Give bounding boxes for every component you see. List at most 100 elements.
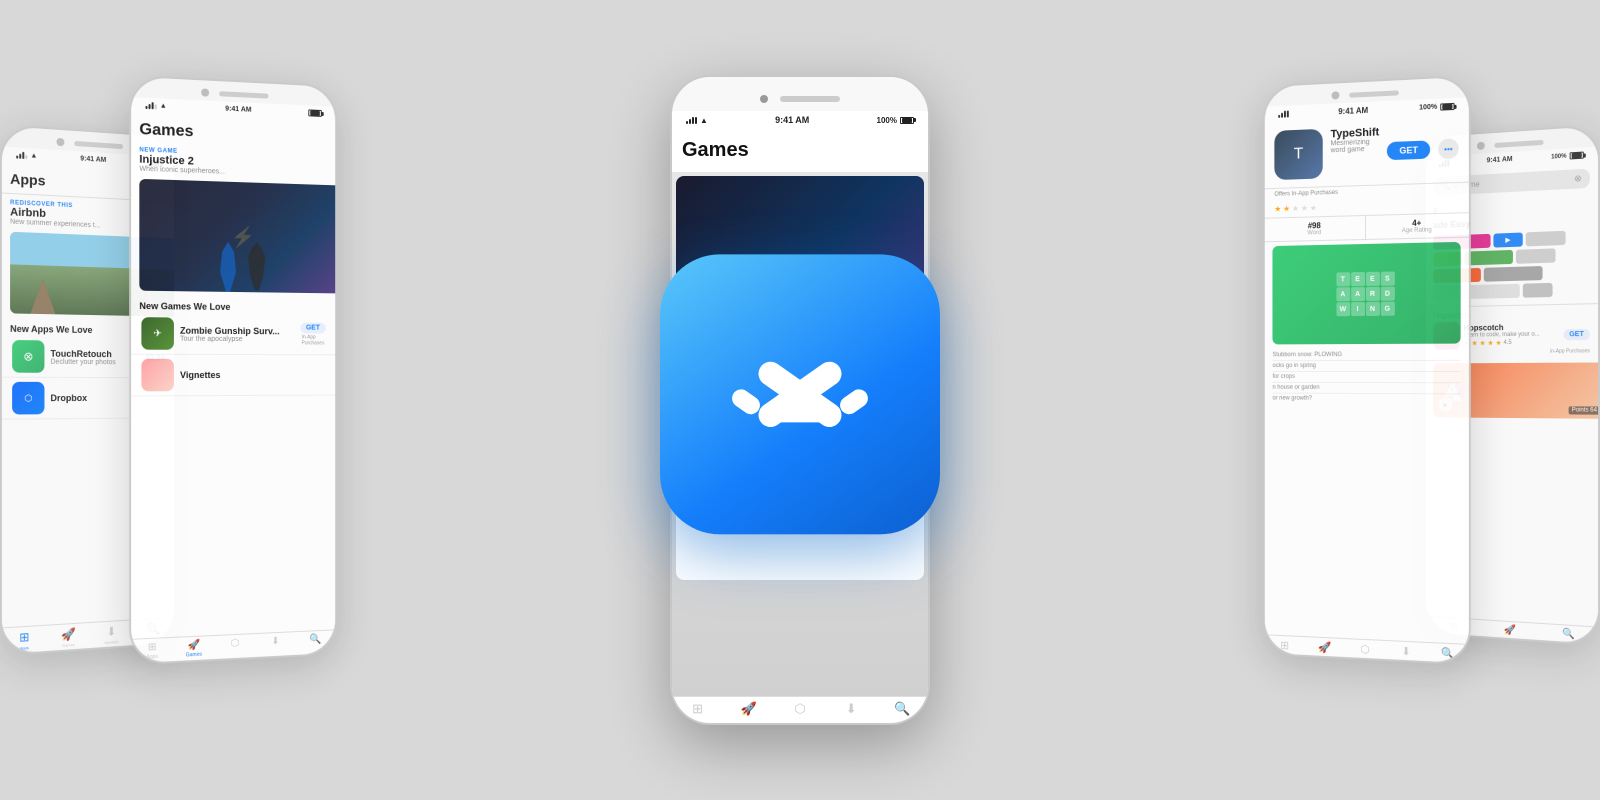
stat-age: 4+ Age Rating xyxy=(1365,213,1468,239)
speaker-left xyxy=(219,91,268,98)
hop-star-3: ★ xyxy=(1479,339,1485,347)
tab-games-center[interactable]: 🚀 xyxy=(723,701,774,717)
phone-right: 9:41 AM 100% T TypeShift Mesmerizing wor… xyxy=(1263,75,1471,666)
updates-tab-icon: ⬇ xyxy=(107,624,117,639)
signal-icon xyxy=(16,151,27,159)
tab-games-right[interactable]: 🚀 xyxy=(1304,640,1344,655)
dropbox-icon: ⬡ xyxy=(12,382,44,415)
search-icon-right: 🔍 xyxy=(1441,647,1455,661)
search-icon-far-right-bottom: 🔍 xyxy=(1562,628,1575,640)
games-icon-right: 🚀 xyxy=(1318,641,1331,655)
layers-icon-left: ⬡ xyxy=(231,638,240,649)
down-icon-center: ⬇ xyxy=(846,701,857,717)
battery-left xyxy=(308,109,321,117)
touchretouch-icon: ⊗ xyxy=(12,340,44,373)
games-title: Games xyxy=(139,121,327,147)
tab-games-far-right[interactable]: 🚀 xyxy=(1482,623,1539,638)
down-icon-left: ⬇ xyxy=(271,636,279,647)
wifi-center: ▲ xyxy=(700,116,708,125)
updates-tab-label: Updates xyxy=(104,639,118,645)
word-visual: T E E S A A R D W I N G xyxy=(1272,242,1460,345)
games-tab-label: Games xyxy=(62,642,75,648)
battery-far-right xyxy=(1570,152,1584,160)
hop-star-4: ★ xyxy=(1487,339,1493,347)
apps-icon-right: ⊞ xyxy=(1280,639,1289,652)
new-games-love-title: New Games We Love xyxy=(131,295,335,315)
apps-tab-label: Apps xyxy=(20,645,29,651)
touchretouch-desc: Declutter your photos xyxy=(50,358,140,366)
games-tab-icon: 🚀 xyxy=(61,627,76,642)
tab-search-right[interactable]: 🔍 xyxy=(1427,646,1469,661)
age-label: Age Rating xyxy=(1369,227,1464,235)
apps-icon-center: ⊞ xyxy=(692,701,703,717)
signal-right xyxy=(1278,111,1289,118)
get-button[interactable]: GET xyxy=(1387,140,1430,160)
main-scene: ▲ 9:41 AM Apps REDISCOVER THIS Airbnb Ne… xyxy=(0,0,1600,800)
apps-icon-left: ⊞ xyxy=(148,642,157,654)
zombie-get-btn[interactable]: GET xyxy=(300,323,325,334)
tab-down-left[interactable]: ⬇ xyxy=(255,635,295,655)
status-time-right: 9:41 AM xyxy=(1338,106,1368,116)
status-time-far-right: 9:41 AM xyxy=(1487,156,1513,165)
tab-search-far-right-bottom[interactable]: 🔍 xyxy=(1539,627,1598,642)
appstore-logo-svg xyxy=(720,314,880,474)
tab-layers-center[interactable]: ⬡ xyxy=(774,701,825,717)
tab-apps-far-left[interactable]: ⊞ Apps xyxy=(2,629,47,652)
star-5: ★ xyxy=(1310,203,1317,212)
speaker-grill xyxy=(74,140,123,148)
points-label: Points 64 xyxy=(1569,406,1599,414)
tab-search-left[interactable]: 🔍 xyxy=(296,633,336,653)
touchretouch-name: TouchRetouch xyxy=(50,348,140,359)
tab-updates-far-left[interactable]: ⬇ Updates xyxy=(90,623,133,646)
zombie-desc: Tour the apocalypse xyxy=(180,335,294,343)
camera-far-right xyxy=(1477,142,1485,150)
wifi-icon: ▲ xyxy=(30,152,37,160)
signal-left xyxy=(145,102,156,110)
battery-pct-center: 100% xyxy=(877,116,897,125)
camera-center xyxy=(760,95,768,103)
tab-apps-right[interactable]: ⊞ xyxy=(1265,638,1305,653)
status-time-far-left: 9:41 AM xyxy=(80,155,106,164)
layers-icon-center: ⬡ xyxy=(794,701,805,717)
hopscotch-desc: Learn to code, make your o... xyxy=(1464,331,1560,338)
apps-tab-icon: ⊞ xyxy=(19,630,29,645)
speaker-right xyxy=(1349,90,1399,97)
games-label-left: Games xyxy=(186,652,202,659)
hop-get-btn[interactable]: GET xyxy=(1563,328,1590,340)
typeshift-name: TypeShift xyxy=(1331,126,1380,140)
news-items: Stubborn snow: PLOWING ocks go in spring… xyxy=(1265,348,1469,407)
status-time-center: 9:41 AM xyxy=(775,115,809,125)
star-2: ★ xyxy=(1283,204,1290,213)
hop-star-5: ★ xyxy=(1496,339,1502,347)
phone-left: ▲ 9:41 AM Games NEW GAME Injustice 2 Whe… xyxy=(129,75,337,666)
apps-label-left: Apps xyxy=(146,654,158,661)
tab-search-center[interactable]: 🔍 xyxy=(877,701,928,717)
more-button[interactable]: ••• xyxy=(1438,138,1458,159)
tab-apps-center[interactable]: ⊞ xyxy=(672,701,723,717)
speaker-center xyxy=(780,96,840,102)
tab-layers-left[interactable]: ⬡ xyxy=(215,637,256,657)
camera-dot xyxy=(56,138,64,147)
camera-left xyxy=(201,88,209,96)
tab-games-left[interactable]: 🚀 Games xyxy=(173,639,214,659)
search-icon-center: 🔍 xyxy=(894,701,910,717)
screen-right: T TypeShift Mesmerizing word game GET ••… xyxy=(1265,114,1469,643)
tab-down-center[interactable]: ⬇ xyxy=(826,701,877,717)
star-1: ★ xyxy=(1274,204,1281,213)
status-bar-center: ▲ 9:41 AM 100% xyxy=(672,111,928,129)
zombie-game-item: ✈ Zombie Gunship Surv... Tour the apocal… xyxy=(131,313,335,355)
tab-games-far-left[interactable]: 🚀 Games xyxy=(46,626,90,649)
games-icon-left: 🚀 xyxy=(188,640,201,652)
screen-left: Games NEW GAME Injustice 2 When iconic s… xyxy=(131,112,335,638)
typeshift-header: T TypeShift Mesmerizing word game GET ••… xyxy=(1265,114,1469,189)
clear-icon[interactable]: ⊗ xyxy=(1574,173,1582,185)
tab-layers-right[interactable]: ⬡ xyxy=(1345,642,1386,657)
stats-row: #98 Word 4+ Age Rating xyxy=(1265,212,1469,242)
tab-down-right[interactable]: ⬇ xyxy=(1385,644,1426,659)
tab-apps-left[interactable]: ⊞ Apps xyxy=(131,641,173,661)
star-4: ★ xyxy=(1301,204,1308,213)
battery-center xyxy=(900,117,914,124)
battery-pct-right: 100% xyxy=(1419,104,1437,112)
speaker-far-right xyxy=(1494,139,1543,147)
battery-right xyxy=(1440,103,1454,111)
